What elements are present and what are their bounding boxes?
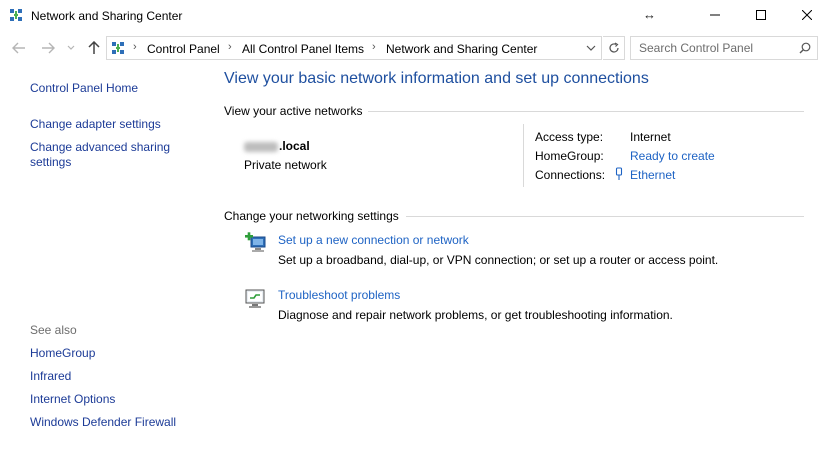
homegroup-label: HomeGroup: (535, 149, 604, 163)
recent-locations-button[interactable] (66, 39, 76, 57)
new-connection-icon (245, 232, 266, 252)
search-box[interactable] (630, 36, 818, 60)
sidebar-item-defender-firewall[interactable]: Windows Defender Firewall (30, 415, 176, 430)
see-also-label: See also (30, 323, 77, 337)
search-icon[interactable] (799, 42, 811, 54)
network-center-icon (10, 9, 22, 21)
chevron-down-icon[interactable] (585, 42, 597, 54)
access-type-label: Access type: (535, 130, 604, 144)
refresh-button[interactable] (603, 36, 625, 60)
troubleshoot-icon (245, 289, 265, 308)
arrow-right-icon (42, 42, 55, 54)
sidebar: Control Panel Home Change adapter settin… (0, 64, 210, 450)
arrow-up-icon (88, 41, 100, 54)
maximize-button[interactable] (738, 0, 784, 30)
navigation-bar: › Control Panel › All Control Panel Item… (0, 33, 830, 63)
breadcrumb-separator-icon: › (133, 41, 137, 53)
active-networks-heading: View your active networks (224, 104, 363, 118)
vertical-divider (523, 124, 524, 187)
address-bar[interactable]: › Control Panel › All Control Panel Item… (106, 36, 602, 60)
forward-button[interactable] (40, 39, 56, 57)
back-button[interactable] (11, 39, 27, 57)
homegroup-link[interactable]: Ready to create (630, 149, 715, 163)
setup-connection-description: Set up a broadband, dial-up, or VPN conn… (278, 253, 719, 267)
title-bar: Network and Sharing Center ↔ (0, 0, 830, 32)
breadcrumb-all-items[interactable]: All Control Panel Items (242, 42, 364, 56)
ethernet-link[interactable]: Ethernet (630, 168, 675, 182)
arrow-left-icon (12, 42, 25, 54)
minimize-icon (710, 14, 720, 16)
sidebar-item-advanced-sharing[interactable]: Change advanced sharing settings (30, 140, 180, 170)
connections-label: Connections: (535, 168, 606, 182)
section-divider (406, 216, 804, 217)
search-input[interactable] (639, 40, 789, 56)
network-name: .local (244, 139, 310, 153)
close-icon (802, 10, 812, 20)
troubleshoot-link[interactable]: Troubleshoot problems (278, 288, 400, 302)
minimize-button[interactable] (692, 0, 738, 30)
sidebar-item-control-panel-home[interactable]: Control Panel Home (30, 81, 138, 96)
network-name-suffix: .local (279, 139, 310, 153)
ethernet-icon (615, 167, 623, 180)
up-button[interactable] (85, 39, 103, 57)
breadcrumb-separator-icon: › (372, 41, 376, 53)
change-settings-heading: Change your networking settings (224, 209, 399, 223)
resize-cursor-icon: ↔ (643, 7, 656, 22)
chevron-down-icon (67, 45, 75, 50)
refresh-icon (608, 42, 619, 53)
breadcrumb-network-center[interactable]: Network and Sharing Center (386, 42, 537, 56)
sidebar-item-homegroup[interactable]: HomeGroup (30, 346, 95, 361)
sidebar-item-adapter-settings[interactable]: Change adapter settings (30, 117, 200, 132)
sidebar-item-infrared[interactable]: Infrared (30, 369, 71, 384)
section-divider (368, 111, 804, 112)
redacted-network-prefix (244, 141, 278, 152)
sidebar-item-internet-options[interactable]: Internet Options (30, 392, 115, 407)
access-type-value: Internet (630, 130, 671, 144)
network-type: Private network (244, 158, 327, 172)
control-panel-icon (112, 42, 124, 54)
setup-connection-link[interactable]: Set up a new connection or network (278, 233, 469, 247)
page-title: View your basic network information and … (224, 70, 649, 87)
main-content: View your basic network information and … (224, 64, 814, 450)
close-button[interactable] (784, 0, 830, 30)
breadcrumb-separator-icon: › (228, 41, 232, 53)
maximize-icon (756, 10, 766, 20)
breadcrumb-control-panel[interactable]: Control Panel (147, 42, 220, 56)
troubleshoot-description: Diagnose and repair network problems, or… (278, 308, 673, 322)
window-title: Network and Sharing Center (31, 9, 183, 23)
